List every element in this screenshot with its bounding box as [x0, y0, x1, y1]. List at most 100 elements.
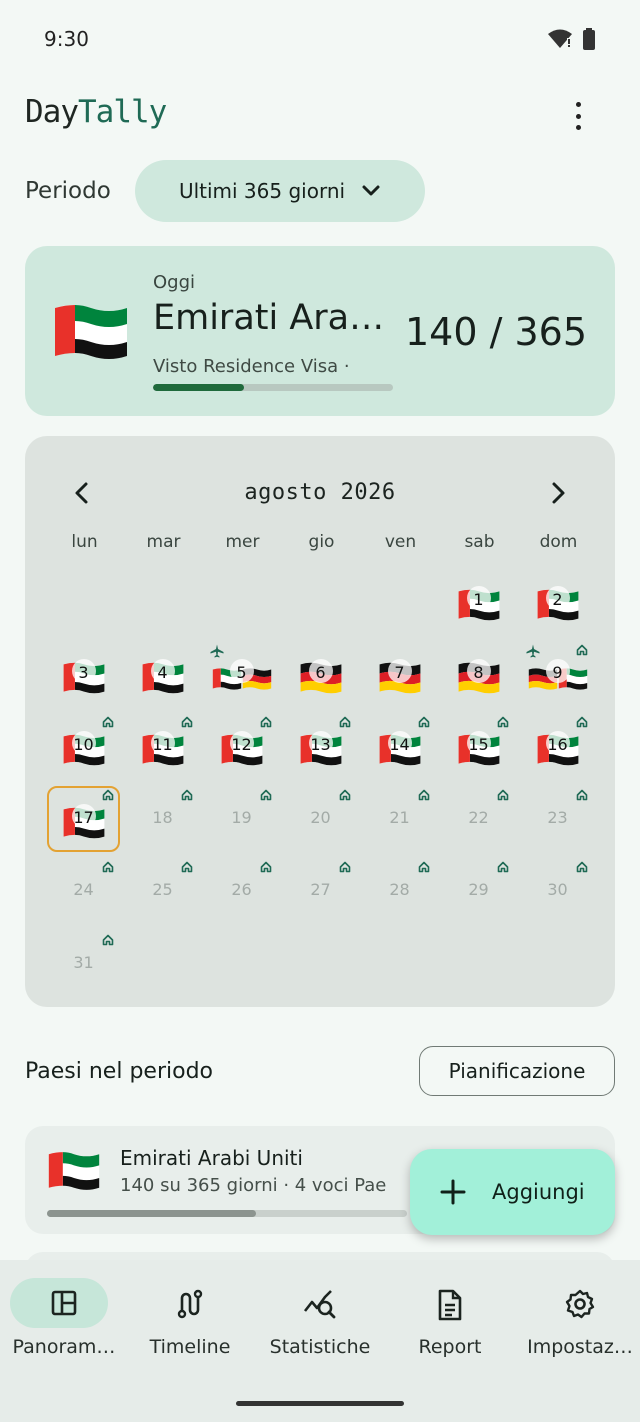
- calendar-day-today[interactable]: 17: [25, 782, 120, 854]
- airplane-icon: [526, 644, 540, 658]
- day-number: 13: [310, 735, 331, 755]
- home-icon: [497, 862, 509, 873]
- route-icon: [177, 1289, 203, 1319]
- home-icon: [576, 789, 588, 801]
- day-number: 1: [473, 590, 484, 609]
- day-number: 12: [231, 735, 252, 755]
- day-number: 4: [157, 662, 168, 682]
- today-day-count: 140 / 365: [404, 310, 587, 354]
- today-outline: [47, 785, 120, 852]
- bottom-navigation: Panoram… Timeline Statistiche Report Imp…: [0, 1260, 640, 1422]
- day-number: 7: [394, 662, 405, 682]
- day-number: 16: [547, 735, 568, 755]
- day-number: 2: [552, 590, 563, 609]
- today-progress-bar: [153, 384, 393, 391]
- day-number: 20: [310, 807, 331, 827]
- calendar-day[interactable]: 10: [25, 709, 114, 781]
- day-number: 27: [310, 880, 331, 900]
- more-dot: [575, 125, 581, 130]
- chevron-right-icon[interactable]: [545, 480, 571, 506]
- weekday-label: gio: [308, 532, 335, 552]
- home-icon: [260, 789, 272, 801]
- country-progress-fill: [47, 1210, 256, 1217]
- planning-button[interactable]: Pianificazione: [419, 1046, 615, 1096]
- weekday-label: ven: [384, 532, 417, 552]
- weekday-label: sab: [464, 532, 495, 552]
- day-number: 30: [547, 880, 568, 900]
- nav-item-timeline[interactable]: Timeline: [126, 1278, 254, 1368]
- battery-icon: [583, 28, 595, 50]
- calendar-day[interactable]: 1: [420, 564, 500, 636]
- day-number: 31: [73, 953, 94, 972]
- status-bar: 9:30: [0, 0, 640, 80]
- nav-item-statistics[interactable]: Statistiche: [256, 1278, 384, 1368]
- day-number: 21: [389, 807, 410, 827]
- countries-title: Paesi nel periodo: [25, 1059, 213, 1084]
- calendar-month: agosto 2026: [244, 480, 396, 505]
- home-icon: [339, 862, 351, 873]
- day-number: 28: [389, 880, 410, 900]
- home-icon: [102, 934, 114, 946]
- uae-flag-icon: [55, 305, 127, 359]
- day-number: 14: [389, 735, 410, 755]
- app-header: DayTally: [0, 92, 640, 142]
- period-row: Periodo Ultimi 365 giorni: [25, 160, 425, 222]
- nav-label: Impostaz…: [527, 1336, 633, 1358]
- home-icon: [181, 716, 193, 728]
- countries-header: Paesi nel periodo Pianificazione: [25, 1046, 615, 1096]
- home-icon: [497, 789, 509, 801]
- home-icon: [576, 644, 588, 655]
- add-fab-button[interactable]: Aggiungi: [410, 1149, 615, 1235]
- nav-label: Statistiche: [269, 1336, 371, 1358]
- nav-item-settings[interactable]: Impostaz…: [516, 1278, 640, 1368]
- today-label: Oggi: [153, 272, 196, 293]
- home-icon: [260, 862, 272, 873]
- calendar-card: agosto 2026 lun mar mer gio ven sab dom 1 2 3 4 5 6 7…: [25, 436, 615, 1007]
- calendar-day[interactable]: 31: [25, 927, 114, 999]
- nav-label: Panoram…: [12, 1336, 116, 1358]
- country-meta: 140 su 365 giorni · 4 voci Pae: [120, 1175, 387, 1196]
- weekday-label: mar: [146, 532, 181, 552]
- weekday-label: dom: [539, 532, 578, 552]
- day-number: 9: [552, 662, 563, 682]
- weekday-label: mer: [225, 532, 260, 552]
- home-indicator: [236, 1401, 404, 1406]
- home-icon: [102, 716, 114, 728]
- home-icon: [102, 862, 114, 873]
- home-icon: [181, 789, 193, 801]
- today-country: Emirati Arab…: [153, 298, 398, 338]
- day-number: 25: [152, 880, 173, 900]
- app-title: DayTally: [25, 94, 167, 130]
- today-visa: Visto Residence Visa ·: [153, 356, 350, 377]
- plus-icon: [440, 1179, 466, 1205]
- today-progress-fill: [153, 384, 245, 391]
- nav-item-report[interactable]: Report: [386, 1278, 514, 1368]
- nav-item-overview[interactable]: Panoram…: [0, 1278, 128, 1368]
- analytics-icon: [303, 1290, 336, 1319]
- day-number: 11: [152, 735, 173, 755]
- period-selected: Ultimi 365 giorni: [178, 179, 346, 203]
- day-number: 22: [468, 807, 489, 827]
- wifi-icon: [548, 29, 572, 48]
- weekday-label: lun: [71, 532, 98, 552]
- home-icon: [497, 716, 509, 728]
- overflow-menu-button[interactable]: [566, 102, 590, 130]
- home-icon: [576, 862, 588, 873]
- today-card[interactable]: Oggi Emirati Arab… Visto Residence Visa …: [25, 246, 615, 416]
- period-label: Periodo: [25, 178, 111, 204]
- status-icons: [548, 28, 596, 50]
- day-number: 10: [73, 735, 94, 755]
- day-number: 26: [231, 880, 252, 900]
- calendar-day[interactable]: 24: [25, 854, 114, 926]
- home-icon: [418, 716, 430, 728]
- period-dropdown[interactable]: Ultimi 365 giorni: [135, 160, 425, 222]
- more-dot: [575, 113, 581, 119]
- fab-label: Aggiungi: [492, 1180, 585, 1204]
- calendar-day[interactable]: 3: [25, 637, 105, 709]
- home-icon: [181, 862, 193, 873]
- home-icon: [339, 789, 351, 801]
- uae-flag-icon: [48, 1152, 100, 1190]
- gear-icon: [565, 1289, 595, 1319]
- app-title-part2: Tally: [78, 94, 167, 130]
- country-name: Emirati Arabi Uniti: [120, 1146, 303, 1170]
